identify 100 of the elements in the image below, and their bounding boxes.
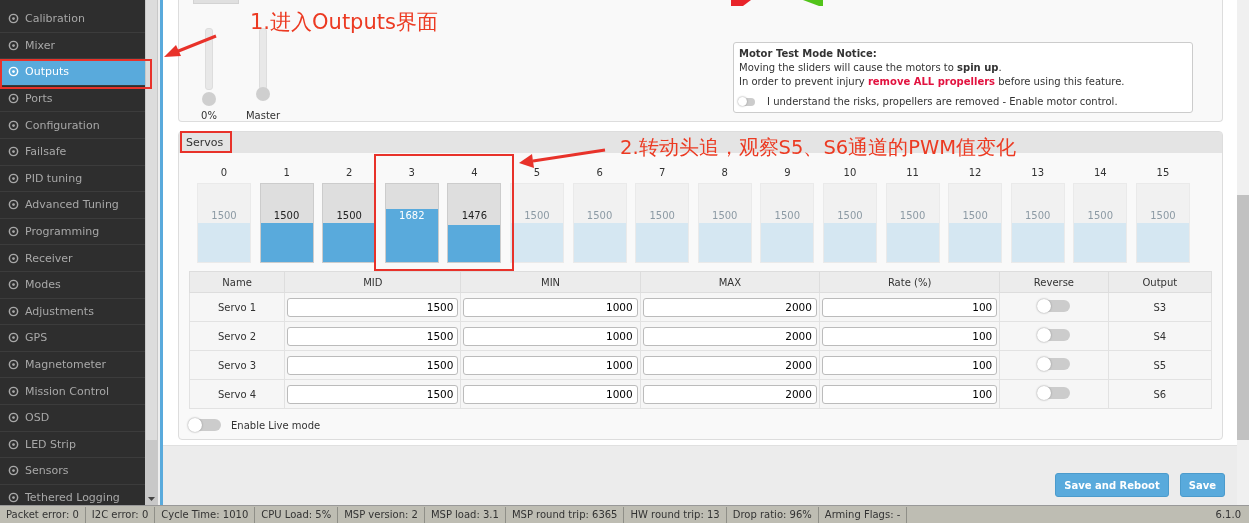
slider-label: Master: [245, 110, 281, 121]
circle-icon: [8, 465, 19, 477]
toggle-switch[interactable]: [739, 98, 755, 106]
toggle-label: Enable Live mode: [231, 419, 321, 431]
annotation-text: 1.进入Outputs界面: [250, 9, 438, 36]
circle-icon: [8, 305, 19, 317]
input-field[interactable]: 1000: [463, 297, 638, 317]
channel-value: 1500: [585, 210, 614, 221]
column-header: Output: [1108, 271, 1212, 293]
input-field[interactable]: 1500: [287, 384, 459, 404]
channel-value: 1500: [272, 210, 301, 221]
table-cell: Servo 1: [189, 292, 285, 322]
circle-icon: [8, 146, 19, 158]
toggle-label: I understand the risks, propellers are removed - Enable motor control.: [767, 95, 1118, 109]
channel-value: 1500: [648, 210, 676, 221]
slider-thumb[interactable]: [256, 86, 270, 101]
channel-number: 10: [843, 167, 857, 178]
toggle-switch[interactable]: [1037, 358, 1070, 370]
channel-value: 1476: [460, 210, 489, 221]
channel-value: 1500: [836, 210, 864, 221]
channel-number: 9: [784, 167, 791, 178]
circle-icon: [8, 93, 19, 105]
toggle-switch[interactable]: [189, 419, 221, 431]
channel-value: 1500: [1086, 210, 1115, 221]
toggle-switch[interactable]: [1037, 300, 1070, 312]
circle-icon: [8, 13, 19, 25]
table-cell: S4: [1108, 321, 1212, 351]
scroll-down-icon[interactable]: [147, 496, 156, 502]
table-cell: S3: [1108, 292, 1212, 322]
status-item: MSP round trip: 6365: [505, 506, 625, 523]
table-cell: Servo 4: [189, 379, 285, 409]
channel-value: 1500: [898, 210, 927, 221]
channel-number: 14: [1093, 167, 1107, 178]
circle-icon: [8, 279, 19, 291]
table-cell: Servo 3: [189, 350, 285, 380]
table-cell: Servo 2: [189, 321, 285, 351]
circle-icon: [8, 226, 19, 238]
input-field[interactable]: 1000: [463, 355, 638, 375]
input-field[interactable]: 100: [821, 326, 998, 346]
channel-number: 15: [1156, 167, 1170, 178]
column-header: Reverse: [999, 271, 1109, 293]
version-label: 6.1.0: [1215, 509, 1242, 520]
channel-number: 0: [220, 167, 228, 178]
highlight-box: [180, 131, 232, 153]
input-field[interactable]: 2000: [642, 326, 817, 346]
slider-track[interactable]: [259, 28, 267, 90]
slider-track[interactable]: [205, 28, 213, 90]
circle-icon: [8, 39, 19, 51]
status-item: HW round trip: 13: [624, 506, 727, 523]
slider-thumb[interactable]: [202, 92, 216, 106]
input-field[interactable]: 2000: [642, 355, 817, 375]
input-field[interactable]: 100: [821, 297, 998, 317]
circle-icon: [8, 385, 19, 397]
notice-text: Moving the sliders will cause the motors to spin up.: [739, 61, 1003, 75]
status-item: Cycle Time: 1010: [155, 506, 256, 523]
column-header: MAX: [640, 271, 820, 293]
status-item: Packet error: 0: [0, 506, 86, 523]
column-header: MID: [284, 271, 461, 293]
channel-value: 1500: [1024, 210, 1052, 221]
status-item: Drop ratio: 96%: [726, 506, 819, 523]
notice-title: Motor Test Mode Notice:: [739, 47, 878, 61]
status-item: Arming Flags: -: [818, 506, 908, 523]
arrow: [164, 34, 217, 57]
channel-value: 1500: [711, 210, 739, 221]
input-field[interactable]: 1500: [287, 326, 459, 346]
notice-text: In order to prevent injury remove ALL propellers before using this feature.: [739, 75, 1126, 89]
circle-icon: [8, 359, 19, 370]
toggle-switch[interactable]: [1037, 329, 1070, 341]
circle-icon: [8, 438, 19, 450]
input-field[interactable]: 1000: [463, 326, 638, 346]
channel-value: 1500: [210, 210, 238, 221]
input-field[interactable]: 1500: [287, 355, 459, 375]
channel-number: 8: [721, 167, 728, 178]
channel-number: 6: [596, 167, 603, 178]
column-header: Rate (%): [819, 271, 1000, 293]
input-field[interactable]: 2000: [642, 297, 817, 317]
input-field[interactable]: 100: [821, 355, 998, 375]
channel-number: 13: [1031, 167, 1045, 178]
scrollbar[interactable]: [145, 0, 158, 505]
scrollbar[interactable]: [1237, 0, 1249, 505]
circle-icon: [8, 412, 19, 424]
channel-number: 5: [533, 167, 541, 178]
channel-value: 1500: [335, 210, 363, 221]
input-field[interactable]: 2000: [642, 384, 817, 404]
channel-number: 2: [346, 167, 353, 178]
status-item: I2C error: 0: [85, 506, 156, 523]
input-field[interactable]: 1500: [287, 297, 459, 317]
circle-icon: [8, 199, 19, 211]
table-cell: S6: [1108, 379, 1212, 409]
circle-icon: [8, 492, 19, 503]
input-field[interactable]: 1000: [463, 384, 638, 404]
status-item: MSP version: 2: [338, 506, 425, 523]
channel-number: 3: [408, 167, 415, 178]
channel-value: 1500: [1149, 210, 1177, 221]
circle-icon: [8, 252, 19, 264]
table-cell: S5: [1108, 350, 1212, 380]
toggle-switch[interactable]: [1037, 387, 1070, 399]
input-field[interactable]: 100: [821, 384, 998, 404]
channel-value: 1500: [773, 210, 802, 221]
circle-icon: [8, 332, 19, 344]
